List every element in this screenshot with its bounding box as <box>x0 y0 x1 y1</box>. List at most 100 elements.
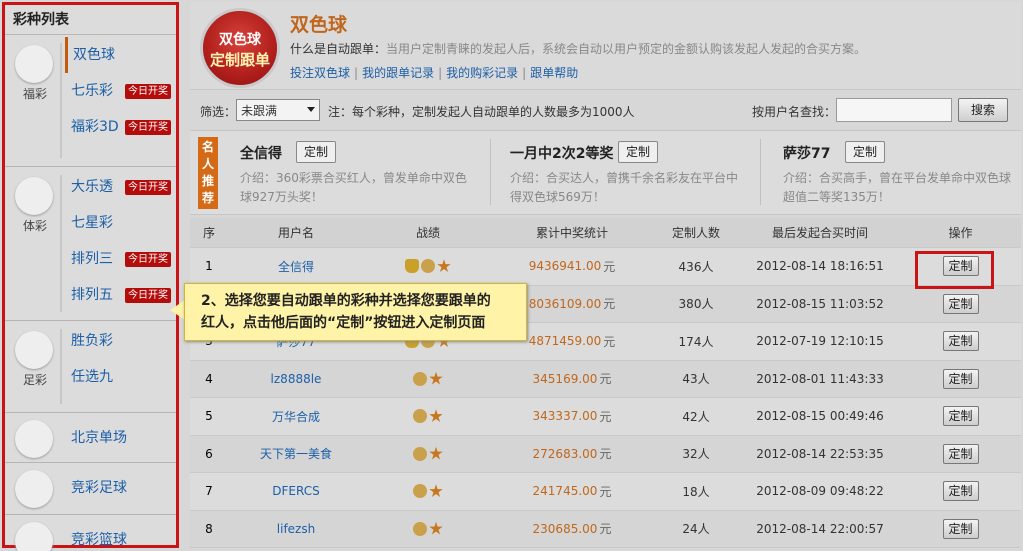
sidebar-item[interactable]: 七星彩 <box>65 205 176 241</box>
customize-button[interactable]: 定制 <box>942 481 979 502</box>
customize-button[interactable]: 定制 <box>942 406 979 427</box>
link-help[interactable]: 跟单帮助 <box>530 66 578 80</box>
featured-person: 全信得 定制介绍：360彩票合买红人，曾发单命中双色球927万头奖！ <box>240 141 480 209</box>
row-operation: 定制 <box>900 473 1021 510</box>
search-input[interactable] <box>836 98 952 122</box>
logo-text-top: 双色球 <box>219 32 261 48</box>
customize-button[interactable]: 定制 <box>942 518 979 539</box>
table-row: 1 全信得 9436941.00 元 436人 2012-08-14 18:16:51 定制 <box>190 248 1021 286</box>
sidebar-item[interactable]: 竞彩足球 <box>65 470 176 506</box>
amount-unit: 元 <box>603 297 616 312</box>
sidebar-item[interactable]: 胜负彩 <box>65 323 176 359</box>
row-username[interactable]: DFERCS <box>228 473 364 510</box>
featured-customize-button[interactable]: 定制 <box>296 141 336 163</box>
sidebar-item-label: 七星彩 <box>71 215 113 231</box>
table-row: 5 万华合成 343337.00 元 42人 2012-08-15 00:49:46 定制 <box>190 398 1021 436</box>
sidebar-item[interactable]: 排列三 今日开奖 <box>65 241 176 277</box>
featured-intro: 介绍：360彩票合买红人，曾发单命中双色球927万头奖！ <box>240 171 467 204</box>
sidebar-item[interactable]: 北京单场 <box>65 420 176 456</box>
jingcai-basketball-icon <box>15 522 53 551</box>
filter-select-value: 未跟满 <box>241 104 278 118</box>
sidebar-item-label: 双色球 <box>73 47 115 63</box>
row-medals <box>364 361 492 398</box>
tooltip-line-1: 2、选择您要自动跟单的彩种并选择您要跟单的 <box>201 293 491 309</box>
table-row: 8 lifezsh 230685.00 元 24人 2012-08-14 22:00:57… <box>190 510 1021 548</box>
today-draw-badge: 今日开奖 <box>125 180 171 195</box>
row-last-time: 2012-08-15 11:03:52 <box>756 296 884 311</box>
sidebar-item-label: 福彩3D <box>71 119 119 135</box>
row-follower-count: 174人 <box>678 334 714 349</box>
featured-customize-button[interactable]: 定制 <box>618 141 658 163</box>
filter-select[interactable]: 未跟满 <box>236 99 320 121</box>
sidebar-item-label: 排列三 <box>71 251 113 267</box>
featured-customize-button[interactable]: 定制 <box>845 141 885 163</box>
row-amount: 343337.00 元 <box>492 398 652 435</box>
row-operation: 定制 <box>900 361 1021 398</box>
sidebar-item[interactable]: 七乐彩 今日开奖 <box>65 73 176 109</box>
logo-text-bottom: 定制跟单 <box>209 51 270 69</box>
shuangseqiu-logo-icon: 双色球 定制跟单 <box>200 8 280 88</box>
customize-button[interactable]: 定制 <box>942 443 979 464</box>
row-operation: 定制 <box>900 286 1021 323</box>
amount-value: 343337.00 <box>532 409 598 424</box>
sidebar-item[interactable]: 竞彩篮球 <box>65 522 176 551</box>
row-username[interactable]: 天下第一美食 <box>228 436 364 473</box>
filter-note: 注：每个彩种，定制发起人自动跟单的人数最多为1000人 <box>328 105 635 119</box>
featured-intro: 介绍：合买达人，曾携千余名彩友在平台中得双色球569万！ <box>510 171 739 204</box>
featured-name[interactable]: 全信得 <box>240 143 282 163</box>
sidebar-item[interactable]: 福彩3D 今日开奖 <box>65 109 176 145</box>
link-separator: | <box>354 66 359 80</box>
customize-button[interactable]: 定制 <box>942 331 979 352</box>
page-root: 彩种列表 福彩 双色球 七乐彩 今日开奖 福彩3D 今日开奖 体彩 大乐透 今日开奖 七星彩 排列三… <box>0 0 1023 551</box>
search-label: 按用户名查找： <box>752 105 837 119</box>
amount-value: 8036109.00 <box>528 296 602 311</box>
row-last-time: 2012-08-09 09:48:22 <box>756 484 884 499</box>
medal-icon <box>421 259 435 274</box>
filter-bar: 筛选： 未跟满 注：每个彩种，定制发起人自动跟单的人数最多为1000人 按用户名… <box>190 96 1021 126</box>
sidebar-item[interactable]: 排列五 今日开奖 <box>65 277 176 313</box>
row-follower-count: 24人 <box>682 522 710 537</box>
sidebar-item[interactable]: 双色球 <box>65 37 176 73</box>
customize-button[interactable]: 定制 <box>942 368 979 389</box>
filter-label: 筛选： <box>200 105 237 119</box>
sidebar-item-label: 北京单场 <box>71 430 127 446</box>
chevron-down-icon <box>307 107 315 112</box>
customize-button[interactable]: 定制 <box>942 293 979 314</box>
fucai-logo-icon <box>15 45 53 83</box>
featured-name[interactable]: 一月中2次2等奖 <box>510 143 613 163</box>
desc-text: 当用户定制青睐的发起人后，系统会自动以用户预定的金额认购该发起人发起的合买方案。 <box>386 42 867 56</box>
highlight-box <box>915 251 994 289</box>
row-medals <box>364 398 492 435</box>
sidebar-group: 北京单场 <box>5 413 176 463</box>
medal-icon <box>413 484 427 499</box>
link-separator: | <box>522 66 527 80</box>
row-operation: 定制 <box>900 323 1021 360</box>
sidebar-items: 竞彩篮球 <box>65 522 176 551</box>
sidebar-item[interactable]: 大乐透 今日开奖 <box>65 169 176 205</box>
row-last-time: 2012-08-14 18:16:51 <box>756 259 884 274</box>
sidebar-item-label: 任选九 <box>71 369 113 385</box>
amount-unit: 元 <box>599 484 612 499</box>
search-button[interactable]: 搜索 <box>958 98 1008 122</box>
today-draw-badge: 今日开奖 <box>125 252 171 267</box>
row-username[interactable]: 全信得 <box>228 248 364 285</box>
amount-unit: 元 <box>599 372 612 387</box>
amount-unit: 元 <box>599 409 612 424</box>
row-medals <box>364 436 492 473</box>
sidebar-item-label: 竞彩篮球 <box>71 532 127 548</box>
sidebar-group-label: 福彩 <box>22 87 47 101</box>
row-username[interactable]: lifezsh <box>228 511 364 548</box>
desc-label: 什么是自动跟单： <box>290 42 387 56</box>
row-follower-count: 18人 <box>682 484 710 499</box>
link-purchase-record[interactable]: 我的购彩记录 <box>446 66 518 80</box>
sidebar-item-label: 大乐透 <box>71 179 113 195</box>
featured-name[interactable]: 萨莎77 <box>783 143 830 163</box>
link-follow-record[interactable]: 我的跟单记录 <box>362 66 434 80</box>
medal-icon <box>413 371 427 386</box>
link-bet[interactable]: 投注双色球 <box>290 66 350 80</box>
sidebar-item[interactable]: 任选九 <box>65 359 176 395</box>
row-username[interactable]: lz8888le <box>228 361 364 398</box>
row-username[interactable]: 万华合成 <box>228 398 364 435</box>
row-number: 6 <box>205 446 213 461</box>
medal-icon <box>413 521 427 536</box>
